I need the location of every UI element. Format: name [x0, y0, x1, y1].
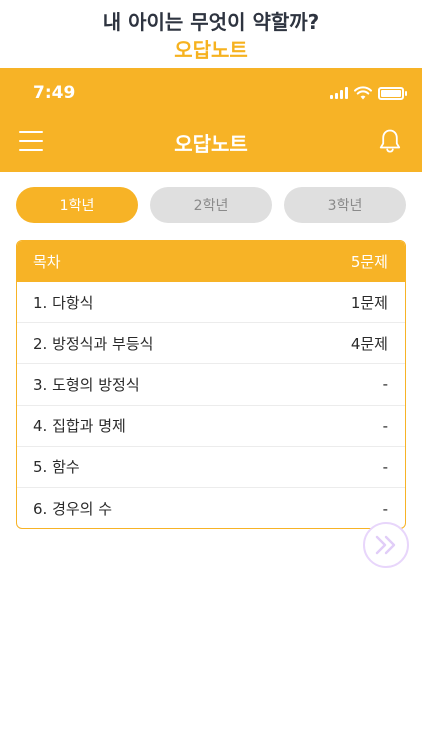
menu-icon[interactable]	[19, 131, 43, 151]
toc-row-count: -	[382, 416, 388, 435]
toc-row-label: 2. 방정식과 부등식	[33, 334, 154, 353]
battery-icon	[378, 86, 407, 100]
toc-row-count: -	[382, 457, 388, 476]
status-time: 7:49	[33, 83, 76, 103]
toc-header-count: 5문제	[350, 253, 388, 271]
promo-subtitle: 오답노트	[174, 38, 248, 62]
grade-tabs: 1학년 2학년 3학년	[16, 187, 406, 223]
toc-row-label: 1. 다항식	[33, 293, 94, 312]
toc-row-3[interactable]: 3. 도형의 방정식 -	[17, 364, 405, 406]
toc-table: 목차 5문제 1. 다항식 1문제 2. 방정식과 부등식 4문제 3. 도형의…	[16, 240, 406, 529]
toc-row-label: 6. 경우의 수	[33, 500, 113, 519]
toc-row-count: -	[382, 499, 388, 518]
toc-row-count: 4문제	[350, 334, 388, 353]
double-chevron-right-icon	[375, 535, 396, 555]
tab-grade-1[interactable]: 1학년	[16, 187, 138, 223]
signal-icon	[330, 87, 348, 99]
tab-grade-2[interactable]: 2학년	[150, 187, 272, 223]
app-header: 7:49 오답노트	[0, 68, 422, 172]
toc-row-label: 4. 집합과 명제	[33, 417, 126, 436]
toc-row-label: 5. 함수	[33, 458, 80, 477]
tab-grade-3[interactable]: 3학년	[284, 187, 406, 223]
status-icons	[330, 86, 407, 100]
toc-row-6[interactable]: 6. 경우의 수 -	[17, 488, 405, 528]
bell-icon[interactable]	[378, 128, 402, 154]
page-title: 오답노트	[174, 132, 248, 156]
promo-banner: 내 아이는 무엇이 약할까? 오답노트	[0, 0, 422, 68]
toc-row-count: -	[382, 375, 388, 394]
toc-row-4[interactable]: 4. 집합과 명제 -	[17, 406, 405, 447]
toc-row-count: 1문제	[350, 293, 388, 312]
toc-header: 목차 5문제	[17, 241, 405, 282]
next-button[interactable]	[363, 522, 409, 568]
toc-row-5[interactable]: 5. 함수 -	[17, 447, 405, 488]
toc-header-label: 목차	[33, 253, 61, 271]
toc-row-1[interactable]: 1. 다항식 1문제	[17, 282, 405, 324]
promo-title: 내 아이는 무엇이 약할까?	[102, 10, 320, 34]
wifi-icon	[354, 86, 372, 100]
toc-row-label: 3. 도형의 방정식	[33, 375, 140, 394]
toc-row-2[interactable]: 2. 방정식과 부등식 4문제	[17, 323, 405, 365]
